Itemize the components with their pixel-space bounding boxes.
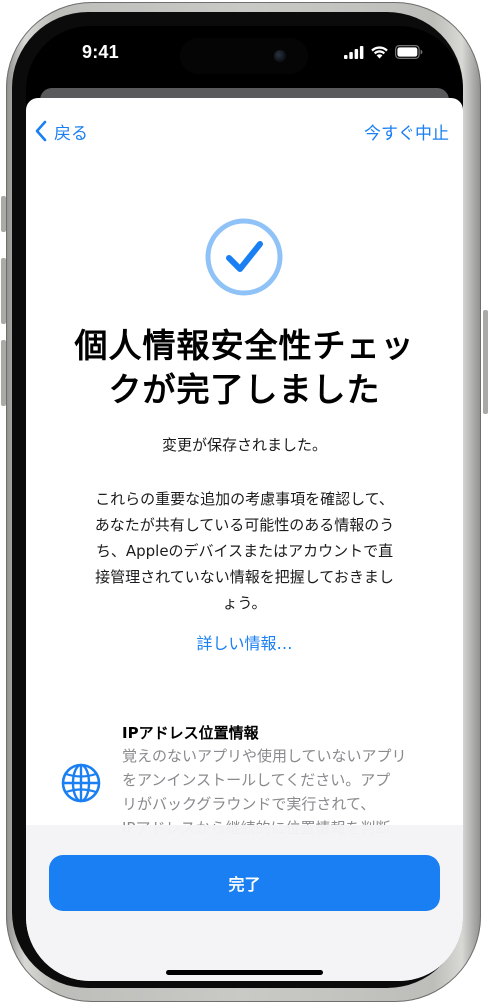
volume-down-button xyxy=(1,340,6,406)
stop-now-button[interactable]: 今すぐ中止 xyxy=(364,116,449,146)
stop-now-label: 今すぐ中止 xyxy=(364,123,449,144)
page-title: 個人情報安全性チェッ クが完了しました xyxy=(42,324,447,412)
globe-icon xyxy=(61,763,101,803)
ip-location-item: IPアドレス位置情報 覚えのないアプリや使用していないアプリ をアンインストール… xyxy=(26,722,463,842)
cellular-signal-icon xyxy=(344,45,364,59)
battery-icon xyxy=(395,45,423,59)
action-button xyxy=(1,196,6,232)
done-button[interactable]: 完了 xyxy=(49,855,440,911)
phone-mockup: 9:41 戻る 今すぐ中止 個人情報安全性チェッ クが完了しました 変更が保存さ… xyxy=(0,0,489,1008)
volume-up-button xyxy=(1,258,6,324)
navigation-bar: 戻る 今すぐ中止 xyxy=(26,98,463,158)
page-title-line: 個人情報安全性チェッ xyxy=(74,326,415,365)
status-icons xyxy=(344,44,423,60)
description-line: あなたが共有している可能性のある情報のう xyxy=(94,516,395,534)
description-line: 接管理されていない情報を把握しておきまし xyxy=(95,568,394,586)
power-button xyxy=(483,310,488,414)
ip-location-description-line: 覚えのないアプリや使用していないアプリ xyxy=(122,747,407,765)
wifi-icon xyxy=(371,46,388,59)
back-button[interactable]: 戻る xyxy=(34,116,88,146)
status-bar: 9:41 xyxy=(26,26,463,88)
ip-location-description-line: をアンインストールしてください。アプ xyxy=(122,771,391,789)
checkmark-circle-icon xyxy=(205,218,283,296)
description: これらの重要な追加の考慮事項を確認して、 あなたが共有している可能性のある情報の… xyxy=(62,486,427,616)
chevron-left-icon xyxy=(35,120,47,142)
description-line: ょう。 xyxy=(222,594,267,612)
status-time: 9:41 xyxy=(82,42,119,62)
ip-location-title: IPアドレス位置情報 xyxy=(122,724,259,742)
saved-message: 変更が保存されました。 xyxy=(161,436,327,454)
dynamic-island xyxy=(180,38,308,74)
page-title-line: クが完了しました xyxy=(108,370,381,409)
screen: 9:41 戻る 今すぐ中止 個人情報安全性チェッ クが完了しました 変更が保存さ… xyxy=(26,26,463,981)
description-line: これらの重要な追加の考慮事項を確認して、 xyxy=(95,490,394,508)
back-button-label: 戻る xyxy=(54,123,88,144)
description-line: ち、Appleのデバイスまたはアカウントで直 xyxy=(95,542,394,560)
done-button-label: 完了 xyxy=(228,875,261,894)
learn-more-link[interactable]: 詳しい情報… xyxy=(42,630,447,654)
front-camera xyxy=(274,50,286,62)
modal-sheet: 戻る 今すぐ中止 個人情報安全性チェッ クが完了しました 変更が保存されました。… xyxy=(26,98,463,981)
ip-location-description-line: リがバックグラウンドで実行されて、 xyxy=(122,795,376,813)
home-indicator[interactable] xyxy=(166,970,323,975)
bottom-action-panel: 完了 xyxy=(26,825,463,981)
